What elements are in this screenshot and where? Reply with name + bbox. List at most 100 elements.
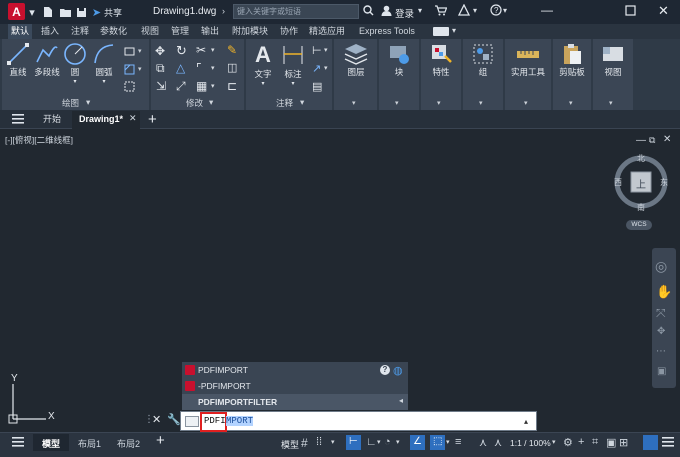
minimize-icon[interactable]: — bbox=[541, 3, 553, 17]
polyline-button[interactable]: 多段线 bbox=[33, 42, 61, 78]
clipboard-button[interactable]: 剪贴板 bbox=[554, 42, 590, 78]
boundary-icon[interactable] bbox=[124, 81, 135, 92]
autocad-logo[interactable]: A bbox=[8, 3, 25, 20]
tab-insert[interactable]: 插入 bbox=[38, 24, 62, 39]
compass-south[interactable]: 南 bbox=[637, 202, 645, 213]
title-chevron-icon[interactable]: › bbox=[222, 6, 225, 16]
command-history-caret-icon[interactable]: ▴ bbox=[524, 417, 528, 426]
erase-icon[interactable]: ✎ bbox=[227, 43, 237, 57]
orbit-icon[interactable]: ✥ bbox=[657, 326, 665, 337]
object-snap-caret-icon[interactable]: ▾ bbox=[446, 438, 450, 446]
new-tab-icon[interactable]: + bbox=[148, 110, 157, 129]
user-icon[interactable] bbox=[381, 5, 392, 19]
modify-panel-label[interactable]: 修改 bbox=[186, 97, 203, 109]
annotation-monitor-icon[interactable]: + bbox=[578, 436, 584, 448]
clean-screen-icon[interactable] bbox=[643, 435, 658, 450]
copy-icon[interactable]: ⧉ bbox=[156, 61, 165, 76]
linear-dim-icon[interactable]: ⊢ bbox=[312, 44, 322, 57]
trim-icon[interactable]: ✂ bbox=[196, 43, 206, 57]
fillet-icon[interactable]: ⌜ bbox=[196, 61, 202, 75]
draw-panel-label[interactable]: 绘图 bbox=[62, 97, 79, 109]
login-label[interactable]: 登录 bbox=[395, 6, 414, 20]
close-tab-icon[interactable]: ✕ bbox=[129, 113, 137, 124]
circle-button[interactable]: 圆 ▾ bbox=[63, 42, 87, 85]
tab-collaborate[interactable]: 协作 bbox=[277, 24, 301, 39]
share-icon[interactable]: ➤ bbox=[90, 4, 103, 20]
tab-view[interactable]: 视图 bbox=[138, 24, 162, 39]
tab-layout1[interactable]: 布局1 bbox=[78, 437, 101, 450]
line-button[interactable]: 直线 bbox=[5, 42, 31, 78]
polar-caret-icon[interactable]: ▾ bbox=[377, 438, 381, 446]
table-icon[interactable]: ▤ bbox=[312, 80, 322, 93]
tab-parametric[interactable]: 参数化 bbox=[97, 24, 130, 39]
tab-manage[interactable]: 管理 bbox=[168, 24, 192, 39]
layers-button[interactable]: 图层 bbox=[336, 42, 376, 78]
clipboard-caret-icon[interactable]: ▾ bbox=[569, 99, 573, 107]
view-caret-icon[interactable]: ▾ bbox=[609, 99, 613, 107]
explode-icon[interactable]: ◫ bbox=[227, 61, 237, 74]
auto-scale-icon[interactable]: ⋏ bbox=[494, 436, 502, 449]
text-caret-icon[interactable]: ▾ bbox=[250, 80, 276, 87]
tab-annotate[interactable]: 注释 bbox=[68, 24, 92, 39]
leader-icon[interactable]: ↗ bbox=[312, 62, 321, 75]
scale-caret-icon[interactable]: ▾ bbox=[552, 438, 556, 446]
dimension-button[interactable]: 标注 ▾ bbox=[280, 42, 306, 87]
ribbon-toggle-icon[interactable] bbox=[433, 27, 449, 36]
block-button[interactable]: 块 bbox=[380, 42, 418, 78]
add-layout-icon[interactable]: + bbox=[156, 432, 165, 449]
polar-icon[interactable]: ∟ bbox=[366, 436, 377, 448]
help-caret-icon[interactable]: ▾ bbox=[503, 6, 507, 15]
offset-icon[interactable]: ⊏ bbox=[227, 79, 237, 93]
viewport-minimize-icon[interactable]: — bbox=[636, 135, 646, 146]
model-space-button[interactable]: 模型 bbox=[281, 438, 299, 451]
maximize-icon[interactable] bbox=[625, 5, 636, 18]
tab-layout2[interactable]: 布局2 bbox=[117, 437, 140, 450]
search-icon[interactable] bbox=[363, 5, 374, 19]
tab-model[interactable]: 模型 bbox=[42, 437, 60, 450]
new-file-icon[interactable] bbox=[42, 4, 54, 20]
viewport-close-icon[interactable]: ✕ bbox=[663, 134, 671, 145]
fillet-caret-icon[interactable]: ▾ bbox=[211, 64, 215, 72]
dimension-caret-icon[interactable]: ▾ bbox=[280, 80, 306, 87]
quick-properties-icon[interactable]: ▣ bbox=[606, 436, 616, 449]
customize-command-icon[interactable]: 🔧 bbox=[167, 413, 181, 426]
close-command-icon[interactable]: ✕ bbox=[152, 413, 161, 426]
properties-button[interactable]: 特性 bbox=[422, 42, 460, 78]
isodraft-caret-icon[interactable]: ▾ bbox=[396, 438, 400, 446]
zoom-extents-icon[interactable]: ⤧ bbox=[656, 306, 666, 321]
save-icon[interactable] bbox=[75, 4, 87, 20]
layers-caret-icon[interactable]: ▾ bbox=[352, 99, 356, 107]
trim-caret-icon[interactable]: ▾ bbox=[211, 46, 215, 54]
group-caret-icon[interactable]: ▾ bbox=[479, 99, 483, 107]
lineweight-icon[interactable]: ≡ bbox=[455, 436, 461, 448]
stretch-icon[interactable]: ⇲ bbox=[156, 79, 166, 93]
login-caret-icon[interactable]: ▾ bbox=[418, 6, 422, 15]
wcs-menu[interactable]: WCS bbox=[626, 220, 652, 230]
snap-caret-icon[interactable]: ▾ bbox=[331, 438, 335, 446]
open-file-icon[interactable] bbox=[58, 4, 72, 20]
compass-west[interactable]: 西 bbox=[614, 177, 622, 188]
internet-search-icon[interactable]: ◍ bbox=[393, 364, 403, 377]
search-input[interactable]: 键入关键字或短语 bbox=[233, 4, 359, 19]
annotation-scale[interactable]: 1:1 / 100% bbox=[510, 438, 551, 448]
scale-icon[interactable]: ⤢ bbox=[176, 79, 186, 94]
app-menu-caret-icon[interactable]: ▾ bbox=[28, 4, 36, 20]
help-icon[interactable]: ? bbox=[490, 4, 502, 18]
triangle-caret-icon[interactable]: ▾ bbox=[473, 6, 477, 15]
arc-caret-icon[interactable]: ▾ bbox=[92, 78, 116, 85]
tab-output[interactable]: 输出 bbox=[198, 24, 222, 39]
compass-north[interactable]: 北 bbox=[637, 153, 645, 164]
ribbon-toggle-caret-icon[interactable]: ▾ bbox=[452, 26, 456, 35]
autocomplete-item[interactable]: PDFIMPORTFILTER bbox=[182, 394, 408, 410]
group-button[interactable]: 组 bbox=[464, 42, 502, 78]
grid-icon[interactable]: # bbox=[301, 436, 308, 450]
view-button[interactable]: 视图 bbox=[594, 42, 632, 78]
workspace-gear-icon[interactable]: ⚙ bbox=[563, 436, 573, 449]
tab-drawing1[interactable]: Drawing1* bbox=[79, 110, 123, 129]
modify-panel-caret-icon[interactable]: ▾ bbox=[209, 97, 213, 108]
customization-icon[interactable] bbox=[662, 437, 674, 449]
tab-default[interactable]: 默认 bbox=[8, 24, 33, 39]
block-caret-icon[interactable]: ▾ bbox=[395, 99, 399, 107]
showmotion-icon[interactable]: ▣ bbox=[657, 366, 666, 377]
tab-start[interactable]: 开始 bbox=[43, 110, 61, 129]
